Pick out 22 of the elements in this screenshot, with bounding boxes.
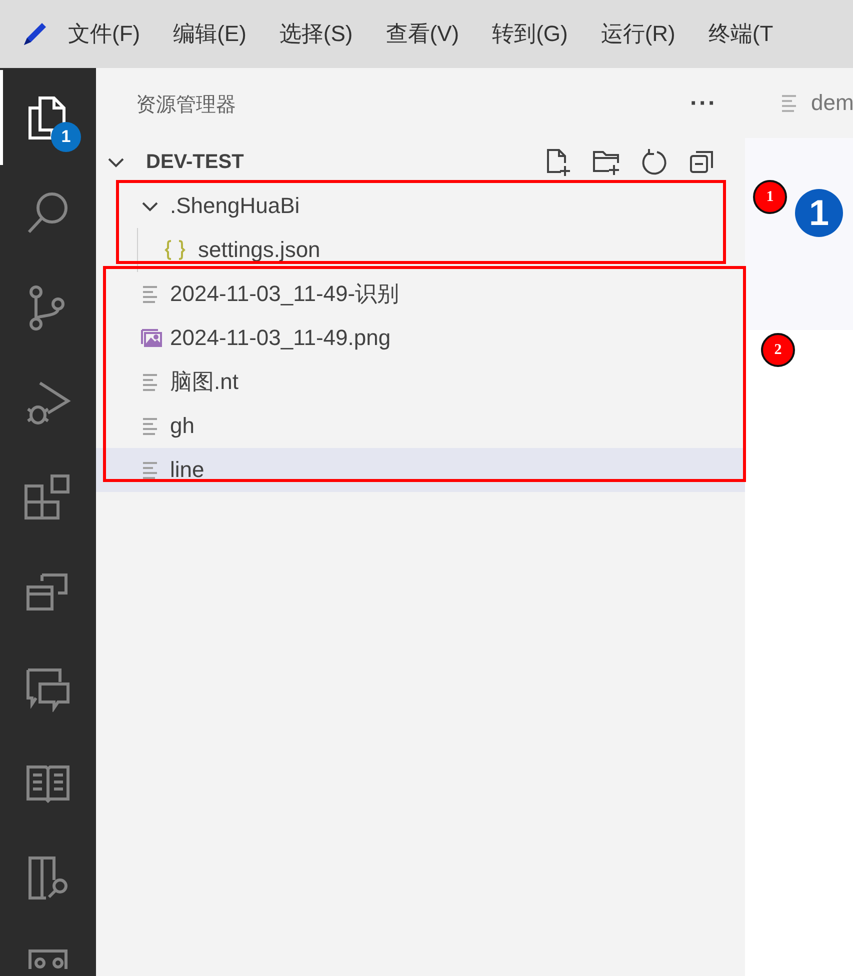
tree-row[interactable]: settings.json bbox=[96, 228, 745, 272]
menu-item[interactable]: 编辑(E) bbox=[173, 19, 246, 49]
image-icon bbox=[140, 327, 162, 349]
braces-icon bbox=[164, 239, 186, 261]
tree-row[interactable]: line bbox=[96, 448, 745, 492]
tree-row[interactable]: .ShengHuaBi bbox=[96, 184, 745, 228]
editor-tab[interactable]: dem bbox=[745, 68, 853, 138]
menu-item[interactable]: 终端(T bbox=[708, 19, 774, 49]
panel-title: 资源管理器 bbox=[136, 92, 236, 118]
workspace-header[interactable]: DEV-TEST bbox=[96, 140, 745, 184]
menu-item[interactable]: 查看(V) bbox=[386, 19, 460, 49]
menu-item[interactable]: 转到(G) bbox=[492, 19, 568, 49]
more-actions-button[interactable]: ··· bbox=[690, 90, 717, 118]
menu-item[interactable]: 选择(S) bbox=[279, 19, 353, 49]
tree-row[interactable]: 2024-11-03_11-49-识别 bbox=[96, 272, 745, 316]
tree-row[interactable]: gh bbox=[96, 404, 745, 448]
count-badge: 1 bbox=[51, 122, 81, 152]
menu-item[interactable]: 运行(R) bbox=[600, 19, 676, 49]
tree-row[interactable]: 脑图.nt bbox=[96, 360, 745, 404]
extensions-icon bbox=[24, 474, 72, 522]
menu-item[interactable]: 文件(F) bbox=[68, 19, 140, 49]
tree-row[interactable]: 2024-11-03_11-49.png bbox=[96, 316, 745, 360]
